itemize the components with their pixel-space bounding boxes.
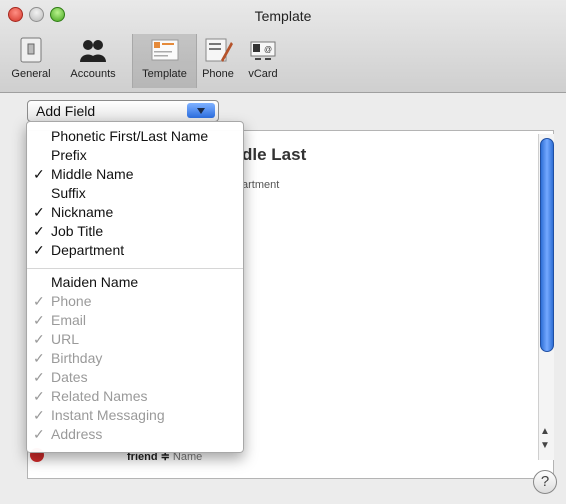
menu-item-dates: ✓ Dates xyxy=(27,369,243,388)
menu-item-label: Maiden Name xyxy=(51,274,139,290)
menu-item-department[interactable]: ✓ Department xyxy=(27,242,243,261)
menu-item-phone: ✓ Phone xyxy=(27,293,243,312)
menu-check-icon: ✓ xyxy=(33,388,45,404)
menu-item-label: Instant Messaging xyxy=(51,407,165,423)
menu-check-icon: ✓ xyxy=(33,312,45,328)
toolbar-accounts-label: Accounts xyxy=(70,68,116,80)
toolbar-accounts[interactable]: Accounts xyxy=(60,34,126,88)
preferences-toolbar: General Accounts Template Phone @ vCard xyxy=(0,34,566,90)
toolbar-template[interactable]: Template xyxy=(132,34,197,88)
phone-icon xyxy=(205,38,233,62)
scrollbar-thumb[interactable] xyxy=(540,138,554,352)
menu-item-label: Birthday xyxy=(51,350,103,366)
menu-check-icon: ✓ xyxy=(33,293,45,309)
card-department-fragment: artment xyxy=(242,179,280,191)
menu-item-label: Nickname xyxy=(51,204,114,220)
window-title: Template xyxy=(254,8,312,24)
toolbar-vcard[interactable]: @ vCard xyxy=(243,34,283,88)
menu-item-label: Middle Name xyxy=(51,166,134,182)
toolbar-phone-label: Phone xyxy=(202,68,234,80)
menu-item-label: Related Names xyxy=(51,388,148,404)
menu-item-label: Job Title xyxy=(51,223,104,239)
menu-item-phonetic-name[interactable]: Phonetic First/Last Name xyxy=(27,128,243,147)
menu-item-label: Suffix xyxy=(51,185,86,201)
menu-item-middle-name[interactable]: ✓ Middle Name xyxy=(27,166,243,185)
popup-arrow-icon xyxy=(187,103,215,118)
menu-check-icon: ✓ xyxy=(33,426,45,442)
toolbar-phone[interactable]: Phone xyxy=(197,34,239,88)
menu-item-label: Address xyxy=(51,426,103,442)
toolbar-general-label: General xyxy=(11,68,51,80)
menu-check-icon: ✓ xyxy=(33,369,45,385)
toolbar-general[interactable]: General xyxy=(4,34,58,88)
general-icon xyxy=(20,37,42,63)
menu-item-instant-messaging: ✓ Instant Messaging xyxy=(27,407,243,426)
scroll-up-arrow-icon[interactable]: ▲ xyxy=(540,426,550,437)
menu-check-icon: ✓ xyxy=(33,407,45,423)
menu-check-icon: ✓ xyxy=(33,350,45,366)
menu-item-birthday: ✓ Birthday xyxy=(27,350,243,369)
accounts-icon xyxy=(80,40,106,62)
menu-item-suffix[interactable]: Suffix xyxy=(27,185,243,204)
menu-item-email: ✓ Email xyxy=(27,312,243,331)
menu-item-label: Email xyxy=(51,312,87,328)
titlebar: Template General Accounts Template Phone… xyxy=(0,0,566,93)
preferences-window: Template General Accounts Template Phone… xyxy=(0,0,566,504)
menu-check-icon: ✓ xyxy=(33,331,45,347)
add-field-label: Add Field xyxy=(36,103,96,119)
toolbar-vcard-label: vCard xyxy=(248,68,278,80)
menu-check-icon: ✓ xyxy=(33,242,45,258)
menu-item-label: Department xyxy=(51,242,125,258)
menu-check-icon: ✓ xyxy=(33,204,45,220)
help-button[interactable]: ? xyxy=(533,470,557,494)
menu-check-icon: ✓ xyxy=(33,166,45,182)
menu-item-url: ✓ URL xyxy=(27,331,243,350)
card-name-fragment: dle Last xyxy=(242,145,307,164)
menu-item-label: Phonetic First/Last Name xyxy=(51,128,209,144)
vertical-scrollbar[interactable]: ▲ ▼ xyxy=(538,134,554,460)
svg-text:@: @ xyxy=(264,45,272,54)
menu-item-label: Prefix xyxy=(51,147,87,163)
menu-item-address: ✓ Address xyxy=(27,426,243,445)
menu-item-label: Phone xyxy=(51,293,92,309)
template-icon xyxy=(151,39,178,61)
add-field-menu: Phonetic First/Last Name Prefix ✓ Middle… xyxy=(26,121,244,453)
menu-item-job-title[interactable]: ✓ Job Title xyxy=(27,223,243,242)
toolbar-template-label: Template xyxy=(142,68,187,80)
menu-item-nickname[interactable]: ✓ Nickname xyxy=(27,204,243,223)
menu-check-icon: ✓ xyxy=(33,223,45,239)
menu-item-related-names: ✓ Related Names xyxy=(27,388,243,407)
menu-separator xyxy=(27,268,243,269)
scroll-down-arrow-icon[interactable]: ▼ xyxy=(540,440,550,451)
menu-item-prefix[interactable]: Prefix xyxy=(27,147,243,166)
menu-item-maiden-name[interactable]: Maiden Name xyxy=(27,274,243,293)
add-field-popup[interactable]: Add Field xyxy=(27,100,219,122)
menu-item-label: Dates xyxy=(51,369,88,385)
vcard-icon: @ xyxy=(250,41,276,60)
menu-item-label: URL xyxy=(51,331,80,347)
